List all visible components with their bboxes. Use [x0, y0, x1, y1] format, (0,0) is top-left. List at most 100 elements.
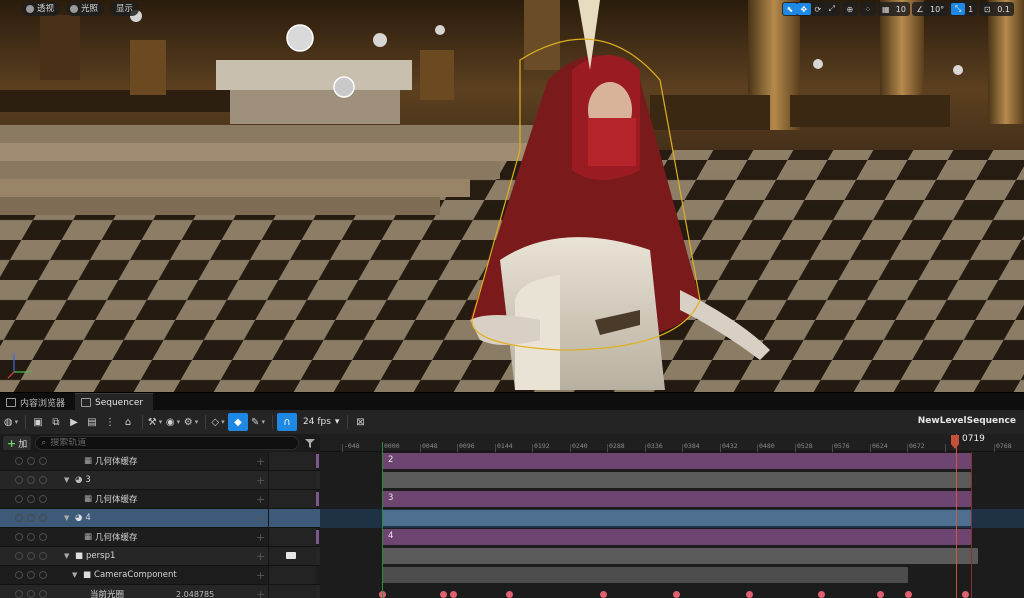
lock-icon[interactable] — [15, 533, 23, 541]
keyframe[interactable] — [600, 591, 607, 598]
track-row[interactable]: ▦ 几何体缓存 + — [0, 528, 320, 547]
rotation-snap-icon[interactable]: ∠ — [913, 3, 927, 15]
expand-caret-icon[interactable]: ▼ — [64, 514, 72, 522]
mute-icon[interactable] — [39, 476, 47, 484]
track-row[interactable]: ▼ ■ CameraComponent + — [0, 566, 320, 585]
keyframe[interactable] — [905, 591, 912, 598]
track-lanes[interactable]: 2 3 4 — [320, 452, 1024, 598]
surface-snap-icon[interactable]: ⁘ — [861, 3, 875, 15]
add-key-plus-icon[interactable]: + — [256, 531, 265, 544]
world-space-icon[interactable]: ⊕ — [843, 3, 857, 15]
tab-sequencer[interactable]: Sequencer — [75, 393, 154, 411]
solo-icon[interactable] — [27, 495, 35, 503]
track-row-toggles[interactable] — [0, 590, 54, 598]
lock-icon[interactable] — [15, 476, 23, 484]
director-blueprint-icon[interactable]: ⌂ — [120, 413, 136, 431]
scale-icon[interactable]: ⤢ — [825, 3, 839, 15]
search-tracks-input[interactable] — [50, 438, 293, 448]
grid-snap-icon[interactable]: ▦ — [879, 3, 893, 15]
key-options-icon[interactable]: ◇ ▾ — [210, 413, 226, 431]
camera-section[interactable] — [382, 548, 978, 564]
translate-icon[interactable]: ✥ — [796, 3, 811, 15]
add-key-plus-icon[interactable]: + — [256, 588, 265, 598]
select-mode-icon[interactable]: ⬉ — [782, 3, 797, 15]
lock-icon[interactable] — [15, 457, 23, 465]
show-button[interactable]: 显示 — [110, 2, 140, 16]
track-row-toggles[interactable] — [0, 533, 54, 541]
lock-icon[interactable] — [15, 514, 23, 522]
playhead[interactable] — [956, 434, 957, 598]
lock-icon[interactable] — [15, 590, 23, 598]
mute-icon[interactable] — [39, 457, 47, 465]
edit-pencil-icon[interactable]: ✎ ▾ — [250, 413, 266, 431]
geometry-cache-section[interactable]: 3 — [382, 491, 971, 507]
solo-icon[interactable] — [27, 514, 35, 522]
actions-wrench-icon[interactable]: ⚒ ▾ — [147, 413, 163, 431]
track-row[interactable]: ▦ 几何体缓存 + — [0, 452, 320, 471]
mute-icon[interactable] — [39, 552, 47, 560]
camera-speed-icon[interactable]: ⤡ — [951, 3, 966, 15]
tab-content-browser[interactable]: 内容浏览器 — [0, 393, 75, 411]
keyframe[interactable] — [673, 591, 680, 598]
add-key-plus-icon[interactable]: + — [256, 455, 265, 468]
scale-snap-icon[interactable]: ⊡ — [980, 3, 994, 15]
perspective-button[interactable]: 透视 — [22, 2, 61, 16]
track-lane[interactable] — [320, 547, 1024, 566]
curve-editor-icon[interactable]: ⊠ — [352, 413, 368, 431]
track-lane[interactable] — [320, 585, 1024, 598]
track-row[interactable]: ▦ 几何体缓存 + — [0, 490, 320, 509]
lock-icon[interactable] — [15, 571, 23, 579]
add-key-plus-icon[interactable]: + — [256, 474, 265, 487]
expand-caret-icon[interactable]: ▼ — [72, 571, 80, 579]
actor-section[interactable] — [382, 510, 971, 526]
render-movie-icon[interactable]: ▤ — [84, 413, 100, 431]
filter-icon[interactable] — [303, 436, 317, 450]
geometry-cache-section[interactable]: 2 — [382, 453, 971, 469]
expand-caret-icon[interactable]: ▼ — [64, 552, 72, 560]
track-row-toggles[interactable] — [0, 571, 54, 579]
sequencer-timeline[interactable]: -048 0000 0048 0096 0144 0192 0240 0288 … — [320, 434, 1024, 598]
keyframe[interactable] — [877, 591, 884, 598]
create-camera-icon[interactable]: ▶ — [66, 413, 82, 431]
solo-icon[interactable] — [27, 533, 35, 541]
keyframe[interactable] — [818, 591, 825, 598]
track-lane[interactable] — [320, 566, 1024, 585]
rotation-snap-value[interactable]: 10° — [927, 5, 947, 14]
solo-icon[interactable] — [27, 590, 35, 598]
solo-icon[interactable] — [27, 476, 35, 484]
track-lane[interactable]: 2 — [320, 452, 1024, 471]
camera-speed-value[interactable]: 1 — [965, 5, 976, 14]
track-row-toggles[interactable] — [0, 457, 54, 465]
more-options-icon[interactable]: ⋮ — [102, 413, 118, 431]
actor-section[interactable] — [382, 472, 971, 488]
keyframe[interactable] — [440, 591, 447, 598]
playback-end-marker[interactable] — [971, 452, 972, 598]
playback-start-marker[interactable] — [382, 442, 383, 598]
solo-icon[interactable] — [27, 571, 35, 579]
lit-mode-button[interactable]: 光照 — [66, 2, 105, 16]
track-row[interactable]: 当前光圈 2.048785 + — [0, 585, 320, 598]
lock-icon[interactable] — [15, 552, 23, 560]
lock-icon[interactable] — [15, 495, 23, 503]
track-row[interactable]: ▼ ◕ 4 + — [0, 509, 320, 528]
geometry-cache-section[interactable]: 4 — [382, 529, 971, 545]
add-key-plus-icon[interactable]: + — [256, 493, 265, 506]
find-in-browser-icon[interactable]: ⧉ — [48, 413, 64, 431]
keyframe[interactable] — [746, 591, 753, 598]
track-row-toggles[interactable] — [0, 514, 54, 522]
mute-icon[interactable] — [39, 495, 47, 503]
keyframe[interactable] — [450, 591, 457, 598]
mute-icon[interactable] — [39, 533, 47, 541]
playback-options-icon[interactable]: ⚙ ▾ — [183, 413, 199, 431]
add-key-plus-icon[interactable]: + — [256, 512, 265, 525]
level-viewport[interactable]: 透视 光照 显示 ⬉ ✥ ⟳ ⤢ ⊕ ⁘ ▦ 10 ∠ 10° ⤡ 1 ⊡ 0.… — [0, 0, 1024, 392]
track-row[interactable]: ▼ ◕ 3 + — [0, 471, 320, 490]
save-icon[interactable]: ▣ — [30, 413, 46, 431]
expand-caret-icon[interactable]: ▼ — [64, 476, 72, 484]
snap-magnet-icon[interactable]: ∩ — [277, 413, 297, 431]
track-row-toggles[interactable] — [0, 552, 54, 560]
grid-snap-value[interactable]: 10 — [893, 5, 909, 14]
add-track-button[interactable]: + 加 — [3, 436, 32, 450]
time-ruler[interactable]: -048 0000 0048 0096 0144 0192 0240 0288 … — [320, 434, 1024, 452]
keyframe[interactable] — [962, 591, 969, 598]
